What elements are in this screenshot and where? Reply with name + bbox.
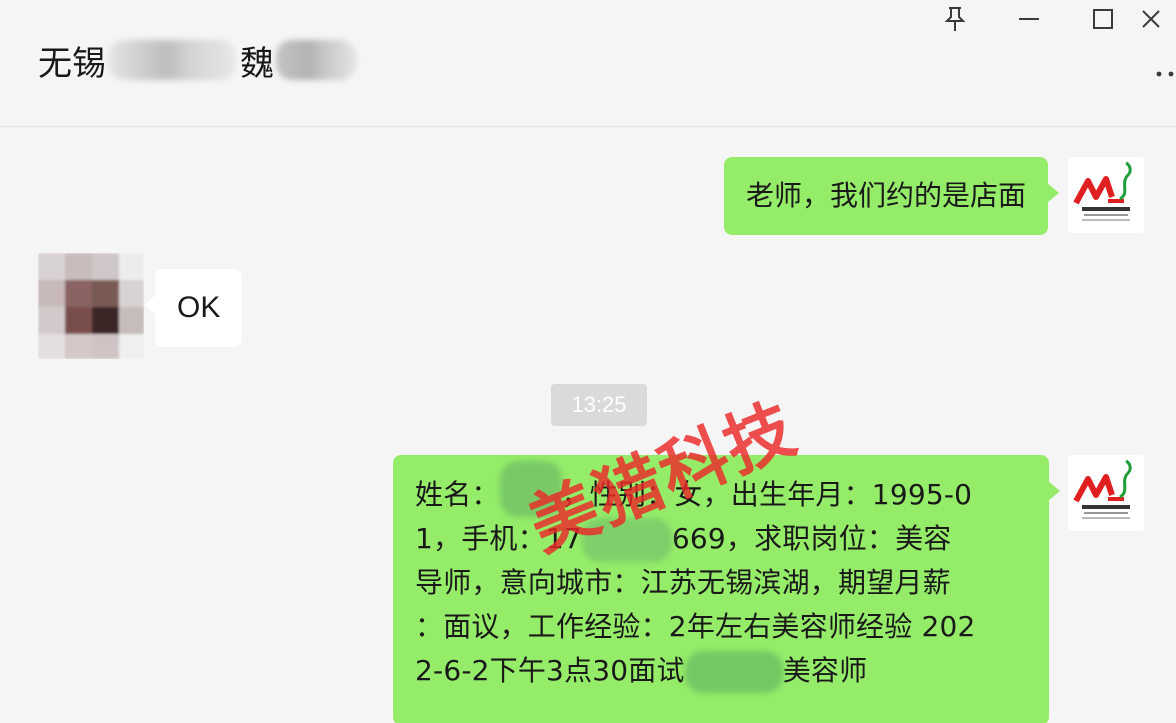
brand-logo-icon (1068, 157, 1144, 233)
chat-title[interactable]: 无锡 魏 (38, 34, 356, 86)
message-text: 美容师 (782, 654, 868, 687)
message-line: 1，手机：17 669，求职岗位：美容 (415, 517, 1027, 562)
message-list[interactable]: 老师，我们约的是店面 OK 13:25 姓名： ，性别：女，出生年月：1995-… (0, 127, 1176, 723)
minimize-button[interactable] (992, 4, 1066, 34)
bubble-tail (144, 295, 156, 315)
message-text: 老师，我们约的是店面 (745, 179, 1026, 212)
maximize-button[interactable] (1066, 4, 1140, 34)
chat-title-prefix: 无锡 (38, 43, 106, 84)
message-timestamp: 13:25 (551, 384, 647, 426)
message-line: ：面议，工作经验：2年左右美容师经验 202 (415, 605, 1027, 649)
message-bubble-sent[interactable]: 老师，我们约的是店面 (723, 157, 1059, 235)
bubble-tail (1047, 183, 1059, 203)
message-text: 1，手机：17 (415, 522, 582, 555)
message-text: 669，求职岗位：美容 (671, 522, 952, 555)
redacted-name-blur (684, 651, 783, 693)
brand-logo-icon (1068, 455, 1144, 531)
chat-title-suffix: 魏 (240, 43, 274, 84)
my-avatar[interactable] (1068, 157, 1144, 233)
message-text: 2-6-2下午3点30面试 (415, 654, 685, 687)
window-controls (918, 4, 1176, 34)
message-text: 导师，意向城市：江苏无锡滨湖，期望月薪 (415, 566, 951, 599)
message-bubble-sent[interactable]: 姓名： ，性别：女，出生年月：1995-0 1，手机：17 669，求职岗位：美容 … (393, 455, 1060, 723)
minimize-icon (1019, 18, 1039, 20)
chat-header: 无锡 魏 (0, 0, 1176, 127)
close-button[interactable] (1140, 4, 1176, 34)
message-line: 2-6-2下午3点30面试 美容师 (415, 649, 1027, 693)
maximize-icon (1093, 9, 1113, 29)
message-text: 姓名： (415, 478, 500, 511)
chat-window: 无锡 魏 老师，我们约的是店面 OK 13:25 姓名： ，性别：女，出生年月：… (0, 0, 1176, 723)
pixelated-avatar-icon (38, 253, 144, 359)
redacted-name-blur (276, 40, 356, 80)
pin-icon (944, 7, 966, 31)
message-line: 导师，意向城市：江苏无锡滨湖，期望月薪 (415, 561, 1027, 605)
message-text: ：面议，工作经验：2年左右美容师经验 202 (415, 610, 976, 643)
close-icon (1142, 10, 1160, 28)
bubble-tail (1048, 481, 1060, 501)
redacted-name-blur (108, 40, 236, 80)
redacted-name-blur (499, 461, 562, 517)
message-line: 姓名： ，性别：女，出生年月：1995-0 (415, 461, 1027, 517)
pin-button[interactable] (918, 4, 992, 34)
more-icon[interactable] (1154, 66, 1176, 82)
my-avatar[interactable] (1068, 455, 1144, 531)
message-text: ，性别：女，出生年月：1995-0 (561, 478, 973, 511)
redacted-phone-blur (581, 518, 672, 562)
message-text: OK (177, 291, 221, 324)
message-bubble-received[interactable]: OK (144, 269, 243, 347)
contact-avatar[interactable] (38, 253, 144, 359)
